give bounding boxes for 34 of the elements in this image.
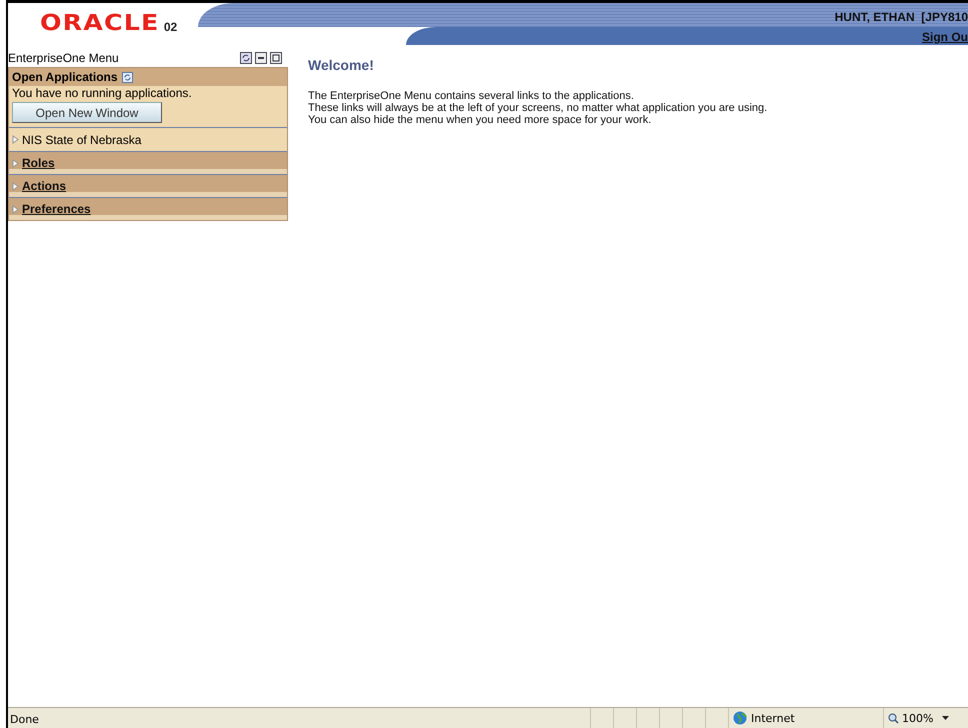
- status-text: Done: [9, 712, 40, 728]
- zoom-control[interactable]: 100%: [883, 708, 968, 728]
- menu-title: EnterpriseOne Menu: [8, 51, 120, 65]
- section-link[interactable]: Actions: [22, 179, 66, 193]
- sign-out-link[interactable]: Sign Ou: [922, 30, 968, 44]
- open-new-window-button[interactable]: Open New Window: [12, 102, 162, 123]
- logo-suffix: 02: [164, 20, 178, 34]
- folder-label[interactable]: NIS State of Nebraska: [22, 132, 142, 146]
- minimize-icon[interactable]: [255, 52, 267, 64]
- collapsed-arrow-icon[interactable]: [12, 182, 19, 190]
- globe-icon: [733, 711, 747, 725]
- menu-section-header[interactable]: Roles: [9, 151, 287, 174]
- collapsed-arrow-icon[interactable]: [12, 204, 19, 214]
- section-link[interactable]: Roles: [22, 156, 55, 170]
- welcome-text: These links will always be at the left of your screens, no matter what application you are using.: [308, 102, 768, 114]
- security-zone-label: Internet: [751, 712, 795, 724]
- dropdown-arrow-icon[interactable]: [942, 716, 950, 720]
- collapsed-arrow-icon[interactable]: [12, 158, 19, 168]
- menu-section-header[interactable]: Preferences: [9, 197, 287, 220]
- collapsed-arrow-icon[interactable]: [12, 135, 19, 144]
- magnifier-icon: [888, 712, 899, 724]
- welcome-text: The EnterpriseOne Menu contains several links to the applications.: [308, 90, 635, 102]
- refresh-icon[interactable]: [240, 52, 252, 64]
- menu-folder-row[interactable]: NIS State of Nebraska: [9, 127, 287, 151]
- welcome-text: You can also hide the menu when you need more space for your work.: [308, 114, 652, 126]
- panel-title: Open Applications: [12, 70, 118, 84]
- user-name: HUNT, ETHAN [JPY810: [834, 10, 968, 24]
- no-applications-message: You have no running applications.: [11, 86, 193, 100]
- menu-section-header[interactable]: Actions: [9, 174, 287, 197]
- maximize-icon[interactable]: [270, 52, 282, 64]
- refresh-icon[interactable]: [122, 72, 133, 82]
- welcome-heading: Welcome!: [308, 57, 375, 73]
- section-link[interactable]: Preferences: [22, 202, 91, 216]
- oracle-logo: ORACLE: [40, 11, 160, 36]
